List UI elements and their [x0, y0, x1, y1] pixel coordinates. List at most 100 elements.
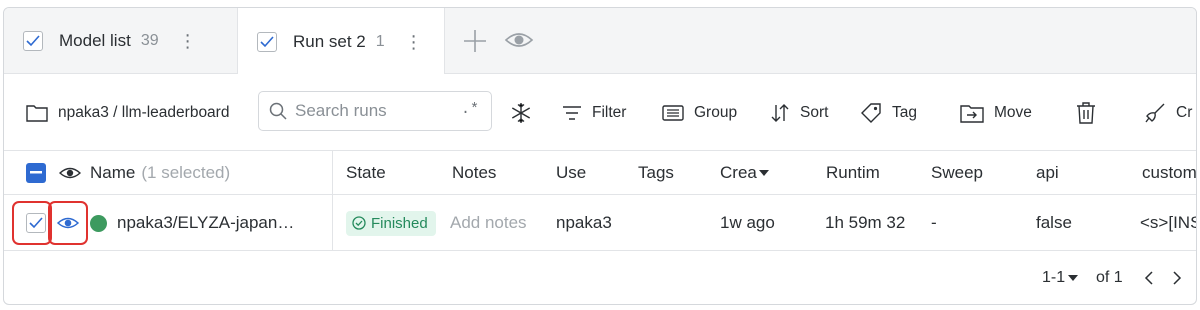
- folder-icon: [26, 104, 48, 122]
- tag-button[interactable]: Tag: [860, 74, 917, 151]
- regex-toggle[interactable]: .*: [461, 101, 479, 118]
- chevron-left-icon: [1144, 271, 1153, 285]
- tab-bar: Model list 39 ⋮ Run set 2 1 ⋮: [4, 8, 1196, 75]
- column-state-label: State: [346, 163, 386, 182]
- indeterminate-checkbox[interactable]: [26, 163, 46, 183]
- check-icon: [260, 35, 274, 47]
- column-sweep-label: Sweep: [931, 163, 983, 182]
- next-page-button[interactable]: [1172, 251, 1182, 304]
- project-path: npaka3 / llm-leaderboard: [58, 103, 230, 121]
- notes-cell[interactable]: Add notes: [450, 195, 527, 251]
- column-runtime[interactable]: Runtim: [826, 151, 884, 195]
- tab-run-set-2[interactable]: Run set 2 1 ⋮: [237, 8, 445, 75]
- status-text: Finished: [371, 214, 428, 232]
- run-name-cell[interactable]: npaka3/ELYZA-japan…: [90, 195, 294, 251]
- column-sweep[interactable]: Sweep: [931, 151, 983, 195]
- highlight-checkbox: [12, 201, 52, 245]
- run-color-dot[interactable]: [90, 214, 107, 232]
- clean-label: Cr: [1176, 103, 1193, 121]
- column-name-label: Name: [90, 163, 136, 182]
- column-created[interactable]: Crea: [720, 151, 782, 195]
- runtime-cell: 1h 59m 32: [825, 195, 911, 251]
- custom-value: <s>[INST: [1140, 213, 1196, 232]
- tab-run-set-checkbox[interactable]: [257, 31, 277, 52]
- sort-desc-icon: [758, 170, 769, 176]
- run-name[interactable]: npaka3/ELYZA-japan…: [117, 213, 294, 233]
- sort-label: Sort: [800, 103, 829, 121]
- custom-cell: <s>[INST: [1140, 195, 1196, 251]
- tab-model-list[interactable]: Model list 39 ⋮: [4, 8, 236, 74]
- search-box[interactable]: .*: [258, 91, 492, 131]
- move-button[interactable]: Move: [960, 74, 1032, 151]
- move-label: Move: [994, 103, 1032, 121]
- group-icon: [662, 104, 684, 121]
- filter-button[interactable]: Filter: [562, 74, 626, 151]
- broom-icon: [1145, 103, 1165, 122]
- tab-label: Run set 2: [293, 31, 366, 51]
- chevron-right-icon: [1173, 271, 1182, 285]
- column-notes-label: Notes: [452, 163, 497, 182]
- table-row[interactable]: npaka3/ELYZA-japan… Finished Add notes n…: [4, 195, 1196, 251]
- user-cell: npaka3: [556, 195, 616, 251]
- prev-page-button[interactable]: [1144, 251, 1154, 304]
- column-user[interactable]: Use: [556, 151, 616, 195]
- column-name[interactable]: Name (1 selected): [90, 151, 230, 195]
- created-cell: 1w ago: [720, 195, 775, 251]
- notes-placeholder[interactable]: Add notes: [450, 213, 527, 233]
- runs-panel: Model list 39 ⋮ Run set 2 1 ⋮ npaka3 / l…: [3, 7, 1197, 305]
- column-tags-label: Tags: [638, 163, 674, 182]
- sweep-cell: -: [931, 195, 937, 251]
- tag-icon: [861, 102, 881, 123]
- freeze-button[interactable]: [510, 74, 542, 151]
- column-user-label: Use: [556, 163, 587, 182]
- eye-icon: [59, 167, 81, 179]
- filter-label: Filter: [592, 103, 627, 121]
- project-breadcrumb[interactable]: npaka3 / llm-leaderboard: [26, 74, 229, 151]
- user-value: npaka3: [556, 213, 612, 232]
- chevron-down-icon: [1068, 275, 1079, 281]
- column-notes[interactable]: Notes: [452, 151, 496, 195]
- plus-icon[interactable]: [462, 28, 488, 54]
- status-badge: Finished: [346, 210, 436, 236]
- clean-button[interactable]: Cr: [1144, 74, 1192, 151]
- tab-model-list-checkbox[interactable]: [23, 31, 43, 51]
- move-icon: [960, 104, 984, 123]
- minus-icon: [30, 171, 42, 174]
- eye-icon[interactable]: [504, 30, 534, 50]
- column-created-label: Crea: [720, 163, 757, 182]
- group-label: Group: [694, 103, 738, 121]
- tab-count: 1: [375, 32, 385, 50]
- page-total: of 1: [1096, 269, 1123, 286]
- more-vertical-icon[interactable]: ⋮: [405, 33, 423, 51]
- select-all-checkbox[interactable]: [26, 151, 46, 195]
- highlight-eye: [48, 201, 88, 245]
- more-vertical-icon[interactable]: ⋮: [179, 32, 197, 50]
- sort-icon: [771, 103, 789, 122]
- header-eye-toggle[interactable]: [59, 151, 81, 195]
- api-value: false: [1036, 213, 1072, 232]
- sweep-value: -: [931, 213, 937, 232]
- table-header: Name (1 selected) State Notes Use Tags C…: [4, 151, 1196, 195]
- page-range[interactable]: 1-1: [1042, 269, 1065, 287]
- delete-button[interactable]: [1076, 74, 1106, 151]
- runs-toolbar: npaka3 / llm-leaderboard .* Filter Group…: [4, 74, 1196, 151]
- column-tags[interactable]: Tags: [638, 151, 674, 195]
- tab-count: 39: [140, 32, 159, 49]
- tag-label: Tag: [892, 103, 917, 121]
- runtime-value: 1h 59m 32: [825, 213, 906, 232]
- column-api[interactable]: api: [1036, 151, 1059, 195]
- sort-button[interactable]: Sort: [770, 74, 828, 151]
- group-button[interactable]: Group: [662, 74, 737, 151]
- search-icon: [269, 102, 287, 120]
- column-custom-label: custom: [1142, 163, 1197, 182]
- pagination-range[interactable]: 1-1: [1042, 251, 1079, 304]
- created-value: 1w ago: [720, 213, 775, 232]
- column-api-label: api: [1036, 163, 1059, 182]
- column-state[interactable]: State: [346, 151, 386, 195]
- column-runtime-label: Runtim: [826, 163, 880, 182]
- check-icon: [26, 35, 40, 47]
- search-input[interactable]: [295, 101, 445, 121]
- api-cell: false: [1036, 195, 1072, 251]
- column-custom[interactable]: custom: [1142, 151, 1197, 195]
- filter-icon: [563, 105, 581, 120]
